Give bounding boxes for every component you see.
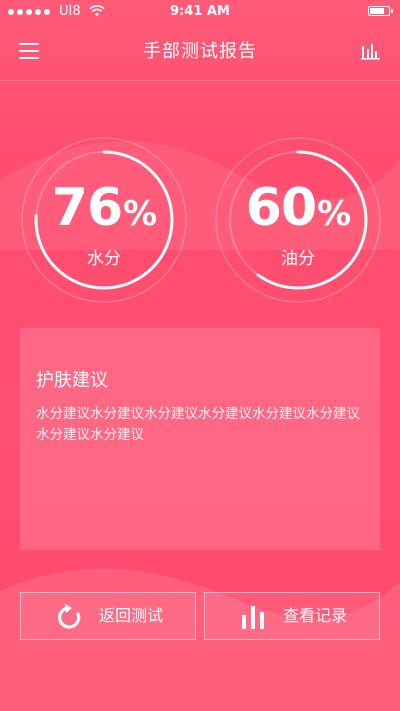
advice-text: 水分建议水分建议水分建议水分建议水分建议水分建议水分建议水分建议 bbox=[36, 406, 360, 443]
navigation-bar: 手部测试报告 bbox=[0, 24, 400, 80]
oil-label: 油分 bbox=[281, 249, 315, 269]
moisture-gauge: 76% 水分 bbox=[20, 136, 188, 304]
bar-chart-icon bbox=[242, 606, 264, 629]
nav-divider bbox=[0, 80, 400, 81]
bar-chart-icon bbox=[361, 44, 380, 60]
refresh-icon bbox=[58, 604, 81, 629]
chart-button[interactable] bbox=[361, 42, 381, 60]
page-title: 手部测试报告 bbox=[143, 41, 257, 62]
advice-title: 护肤建议 bbox=[36, 370, 108, 391]
moisture-value: 76% bbox=[51, 178, 157, 238]
status-time: 9:41 AM bbox=[170, 4, 230, 19]
status-bar: UI8 9:41 AM bbox=[0, 0, 400, 24]
retest-button[interactable]: 返回测试 bbox=[20, 592, 196, 640]
battery-icon bbox=[368, 6, 393, 16]
view-records-button[interactable]: 查看记录 bbox=[204, 592, 380, 640]
moisture-label: 水分 bbox=[87, 249, 121, 269]
skincare-advice-card: 护肤建议 水分建议水分建议水分建议水分建议水分建议水分建议水分建议水分建议 bbox=[20, 328, 380, 550]
retest-label: 返回测试 bbox=[99, 606, 164, 625]
oil-value: 60% bbox=[245, 178, 351, 238]
oil-gauge: 60% 油分 bbox=[214, 136, 382, 304]
view-records-label: 查看记录 bbox=[283, 606, 348, 625]
